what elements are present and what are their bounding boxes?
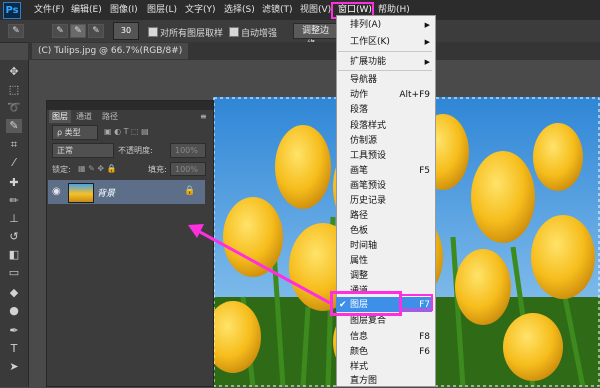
- layers-item-annotation: [330, 291, 402, 316]
- menu-item-label: 排列(A): [350, 20, 382, 30]
- menu-item-label: 工具预设: [350, 151, 387, 161]
- menu-item-label: 历史记录: [350, 196, 387, 206]
- submenu-arrow-icon: ▶: [424, 58, 430, 66]
- annotation-arrows: [188, 19, 375, 305]
- menu-separator: [338, 51, 432, 52]
- window-menu-item[interactable]: 属性: [336, 254, 436, 268]
- window-menu-item[interactable]: 工作区(K) ▶: [336, 35, 436, 49]
- window-menu-item[interactable]: 时间轴: [336, 239, 436, 253]
- window-menu-item[interactable]: 段落: [336, 103, 436, 117]
- menu-item-label: 颜色: [350, 347, 369, 357]
- submenu-arrow-icon: ▶: [424, 38, 430, 46]
- window-menu-item[interactable]: 画笔 F5: [336, 164, 436, 178]
- menu-item-label: 直方图: [350, 376, 378, 386]
- window-menu-item[interactable]: 信息 F8: [336, 330, 436, 344]
- window-menu-item[interactable]: 直方图: [336, 374, 436, 388]
- menu-item-label: 时间轴: [350, 241, 378, 251]
- window-menu-item[interactable]: 工具预设: [336, 149, 436, 163]
- menu-item-label: 段落: [350, 105, 369, 115]
- menu-item-label: 画笔: [350, 166, 369, 176]
- window-menu-item[interactable]: 色板: [336, 224, 436, 238]
- menu-item-label: 扩展功能: [350, 57, 387, 67]
- menu-item-label: 仿制源: [350, 136, 378, 146]
- menu-item-label: 路径: [350, 211, 369, 221]
- menu-item-shortcut: F6: [419, 347, 430, 357]
- window-menu-item[interactable]: 扩展功能 ▶: [336, 55, 436, 69]
- menu-item-label: 样式: [350, 362, 369, 372]
- window-menu-item[interactable]: 颜色 F6: [336, 345, 436, 359]
- shortcut-annotation: [399, 294, 433, 311]
- window-menu-item[interactable]: 动作 Alt+F9: [336, 88, 436, 102]
- window-menu-item[interactable]: 样式: [336, 360, 436, 374]
- menu-item-label: 色板: [350, 226, 369, 236]
- submenu-arrow-icon: ▶: [424, 21, 430, 29]
- window-menu-item[interactable]: 路径: [336, 209, 436, 223]
- window-menu-item[interactable]: 图层复合: [336, 314, 436, 328]
- menu-item-label: 工作区(K): [350, 37, 390, 47]
- menu-item-label: 图层复合: [350, 316, 387, 326]
- menu-item-label: 调整: [350, 271, 369, 281]
- menu-item-label: 画笔预设: [350, 181, 387, 191]
- menu-item-label: 导航器: [350, 75, 378, 85]
- menu-item-shortcut: F8: [419, 332, 430, 342]
- menu-item-label: 段落样式: [350, 121, 387, 131]
- menu-item-label: 动作: [350, 90, 369, 100]
- window-menu-item[interactable]: 历史记录: [336, 194, 436, 208]
- window-menu-item[interactable]: 段落样式: [336, 119, 436, 133]
- menu-item-label: 信息: [350, 332, 369, 342]
- menu-item-label: 属性: [350, 256, 369, 266]
- window-menu-item[interactable]: 仿制源: [336, 134, 436, 148]
- window-menu-item[interactable]: 调整: [336, 269, 436, 283]
- menu-separator: [338, 70, 432, 71]
- window-menu-item[interactable]: 画笔预设: [336, 179, 436, 193]
- menu-item-shortcut: F5: [419, 166, 430, 176]
- menu-item-shortcut: Alt+F9: [399, 90, 430, 100]
- window-menu-item[interactable]: 排列(A) ▶: [336, 18, 436, 32]
- window-menu-item[interactable]: 导航器: [336, 73, 436, 87]
